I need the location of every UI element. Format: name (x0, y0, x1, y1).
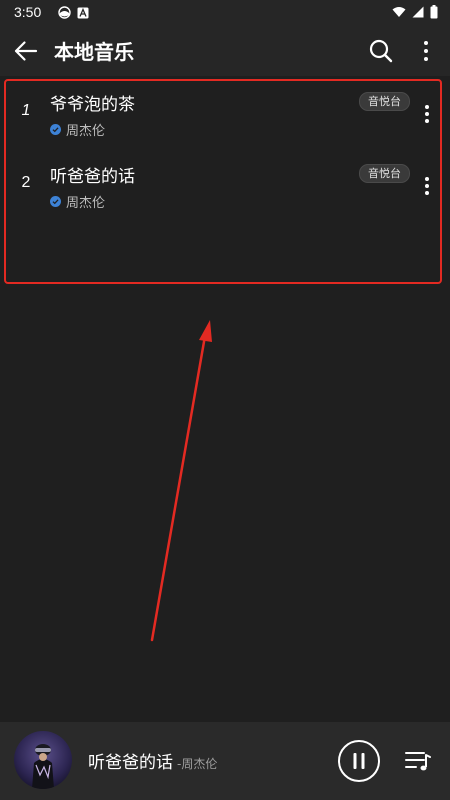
song-artist: 周杰伦 (66, 196, 106, 211)
album-art-image (14, 731, 72, 789)
wifi-icon (392, 7, 406, 17)
now-playing-title: 听爸爸的话 (88, 753, 173, 773)
song-title: 爷爷泡的茶 (50, 95, 135, 115)
now-playing-info[interactable]: 听爸爸的话 - 周杰伦 (88, 748, 217, 773)
song-more-icon[interactable] (422, 176, 432, 196)
search-icon[interactable] (368, 38, 394, 64)
source-badge: 音悦台 (359, 164, 410, 183)
pause-icon[interactable] (337, 739, 381, 783)
battery-icon (430, 5, 438, 19)
album-art[interactable] (14, 731, 72, 789)
song-title: 听爸爸的话 (50, 167, 135, 187)
back-arrow-icon[interactable] (12, 38, 40, 64)
song-item[interactable]: 1 爷爷泡的茶 周杰伦 音悦台 (0, 76, 450, 148)
song-list: 1 爷爷泡的茶 周杰伦 音悦台 2 听爸爸的话 周杰伦 音悦台 (0, 76, 450, 220)
status-notification-icons (58, 6, 89, 19)
notification-app-icon (58, 6, 71, 19)
more-vert-icon[interactable] (418, 38, 434, 64)
notification-a-icon (77, 7, 89, 18)
song-index: 2 (21, 174, 31, 191)
mini-player[interactable]: 听爸爸的话 - 周杰伦 (0, 722, 450, 800)
source-badge: 音悦台 (359, 92, 410, 111)
song-item[interactable]: 2 听爸爸的话 周杰伦 音悦台 (0, 148, 450, 220)
song-index: 1 (21, 102, 31, 119)
song-artist-row: 周杰伦 (50, 120, 105, 139)
status-time: 3:50 (14, 4, 42, 20)
signal-icon (412, 6, 424, 18)
song-artist-row: 周杰伦 (50, 192, 105, 211)
playlist-icon[interactable] (404, 749, 432, 773)
verified-icon (50, 124, 61, 135)
song-more-icon[interactable] (422, 104, 432, 124)
verified-icon (50, 196, 61, 207)
now-playing-artist: 周杰伦 (181, 757, 218, 771)
status-system-icons (392, 5, 438, 19)
status-bar: 3:50 (0, 0, 450, 26)
page-title: 本地音乐 (54, 40, 134, 64)
app-bar: 本地音乐 (0, 26, 450, 76)
song-artist: 周杰伦 (66, 124, 106, 139)
